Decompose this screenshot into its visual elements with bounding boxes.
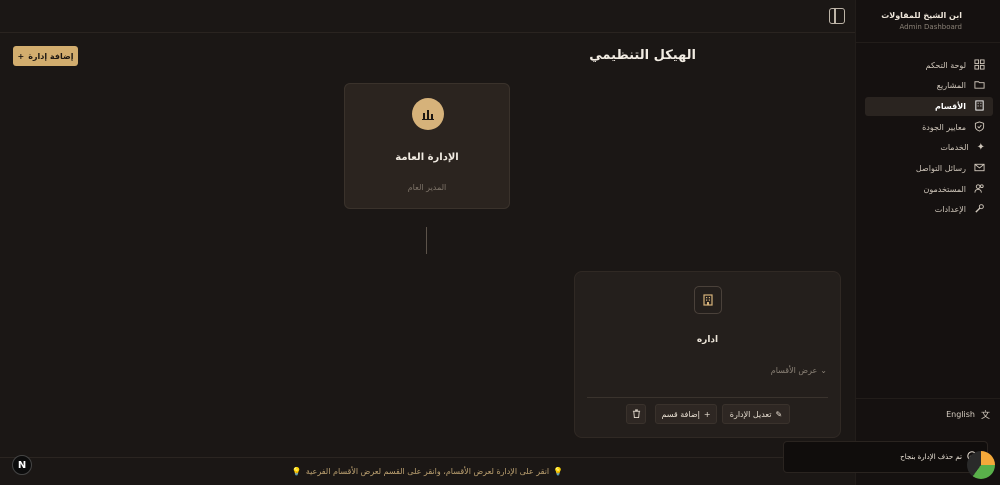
trash-icon xyxy=(632,408,641,420)
hint-bar: 💡 انقر على الإدارة لعرض الأقسام، وانقر ع… xyxy=(0,457,855,485)
mail-icon xyxy=(974,162,985,175)
lightbulb-icon: 💡 xyxy=(291,467,302,476)
edit-department-button[interactable]: تعديل الإدارة ✎ xyxy=(722,404,790,424)
top-admin-card[interactable]: الإدارة العامة المدير العام xyxy=(344,83,510,209)
card-divider xyxy=(587,397,828,398)
sidebar-item-label: لوحة التحكم xyxy=(925,61,966,70)
connector-line xyxy=(426,227,427,254)
lightbulb-outline-icon: 💡 xyxy=(553,467,564,476)
sidebar-item-label: الإعدادات xyxy=(934,205,966,214)
sidebar: ابن الشيخ للمقاولات Admin Dashboard لوحة… xyxy=(855,0,1000,485)
folder-icon xyxy=(974,79,985,92)
chevron-down-icon: ⌄ xyxy=(820,366,827,375)
language-switch[interactable]: English 文 xyxy=(946,408,990,421)
chart-icon xyxy=(412,98,444,130)
wrench-icon xyxy=(974,203,985,216)
sidebar-item-label: الخدمات xyxy=(940,143,969,152)
sidebar-item-services[interactable]: الخدمات ✦ xyxy=(865,138,993,157)
show-sections-toggle[interactable]: عرض الأقسام ⌄ xyxy=(771,366,827,375)
translate-icon: 文 xyxy=(980,411,990,421)
brand-subtitle: Admin Dashboard xyxy=(899,23,962,31)
brand: ابن الشيخ للمقاولات Admin Dashboard xyxy=(881,11,962,31)
toast-notification: تم حذف الإدارة بنجاح xyxy=(783,441,988,473)
add-section-label: إضافة قسم xyxy=(661,409,700,419)
add-admin-label: إضافة إدارة xyxy=(28,51,74,61)
divider xyxy=(856,398,1000,399)
sidebar-item-dashboard[interactable]: لوحة التحكم xyxy=(865,56,993,75)
plus-icon: + xyxy=(703,409,711,419)
sidebar-item-label: الأقسام xyxy=(935,102,966,111)
pencil-icon: ✎ xyxy=(775,409,783,419)
sidebar-item-label: رسائل التواصل xyxy=(915,164,966,173)
delete-button[interactable] xyxy=(626,404,646,424)
show-sections-label: عرض الأقسام xyxy=(770,366,818,375)
plus-icon: + xyxy=(17,51,25,61)
sidebar-item-messages[interactable]: رسائل التواصل xyxy=(865,159,993,178)
brand-title: ابن الشيخ للمقاولات xyxy=(881,11,962,20)
edit-label: تعديل الإدارة xyxy=(729,409,772,419)
sidebar-item-label: المستخدمون xyxy=(923,185,967,194)
dashboard-icon xyxy=(974,59,985,72)
sidebar-item-users[interactable]: المستخدمون xyxy=(865,180,993,199)
shield-check-icon xyxy=(974,121,985,134)
sidebar-item-settings[interactable]: الإعدادات xyxy=(865,200,993,219)
building-icon xyxy=(974,100,985,113)
sparkles-icon: ✦ xyxy=(976,142,985,153)
building-icon xyxy=(694,286,722,314)
department-card[interactable]: اداره عرض الأقسام ⌄ تعديل الإدارة ✎ إضاف… xyxy=(574,271,841,438)
sidebar-item-departments[interactable]: الأقسام xyxy=(865,97,993,116)
add-section-button[interactable]: إضافة قسم + xyxy=(655,404,717,424)
sidebar-item-label: معايير الجودة xyxy=(922,123,966,132)
main-content: + إضافة إدارة الهيكل التنظيمي الإدارة ال… xyxy=(0,0,855,485)
framework-badge[interactable]: N xyxy=(12,455,32,475)
sidebar-toggle-icon[interactable] xyxy=(829,8,845,24)
top-bar xyxy=(0,0,855,33)
hint-text: انقر على الإدارة لعرض الأقسام، وانقر على… xyxy=(305,467,550,476)
department-name: اداره xyxy=(696,335,719,345)
sidebar-item-quality[interactable]: معايير الجودة xyxy=(865,118,993,137)
top-admin-role: المدير العام xyxy=(407,183,447,192)
sidebar-item-label: المشاريع xyxy=(936,81,966,90)
divider xyxy=(856,42,1000,43)
toast-text: تم حذف الإدارة بنجاح xyxy=(900,453,962,461)
users-icon xyxy=(974,183,985,196)
language-label: English xyxy=(946,410,975,419)
add-admin-button[interactable]: + إضافة إدارة xyxy=(13,46,78,66)
sidebar-item-projects[interactable]: المشاريع xyxy=(865,76,993,95)
top-admin-name: الإدارة العامة xyxy=(395,152,459,163)
avatar[interactable] xyxy=(967,451,995,479)
page-title: الهيكل التنظيمي xyxy=(589,48,696,63)
